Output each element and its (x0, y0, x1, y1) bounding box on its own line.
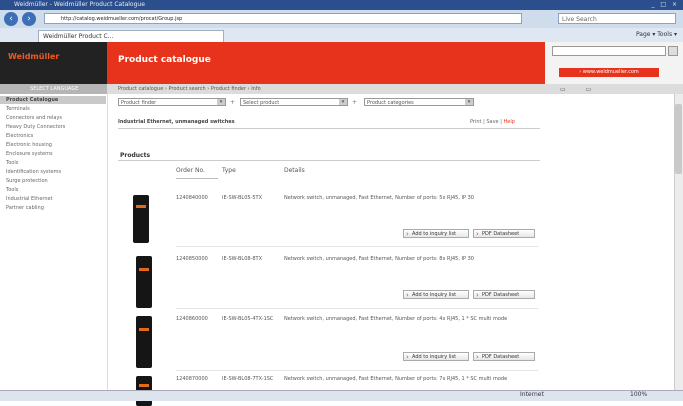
product-type: IE-SW-BL05-5TX (222, 195, 263, 201)
forward-icon[interactable]: › (22, 12, 36, 26)
filter-value: Product finder (121, 100, 157, 106)
product-type: IE-SW-BL05-4TX-1SC (222, 316, 274, 322)
window-controls[interactable]: _ □ × (651, 1, 679, 8)
sidebar-item[interactable]: Terminals (6, 106, 102, 112)
page-title: Product catalogue (118, 55, 211, 65)
sidebar-item[interactable]: Partner cabling (6, 205, 102, 211)
divider (176, 246, 538, 247)
search-go-button[interactable] (668, 46, 678, 56)
filter-value: Product categories (367, 100, 414, 106)
filter-select-1[interactable]: Product finder ▾ (118, 98, 226, 106)
filter-select-3[interactable]: Product categories ▾ (364, 98, 474, 106)
order-number[interactable]: 1240870000 (176, 376, 218, 383)
plus-icon: + (230, 99, 236, 106)
plus-icon: + (352, 99, 358, 106)
address-bar[interactable]: http://catalog.weidmueller.com/procat/Gr… (44, 13, 522, 24)
breadcrumb[interactable]: Product catalogue › Product search › Pro… (118, 86, 261, 92)
status-bar (0, 390, 683, 401)
scrollbar-thumb[interactable] (675, 104, 682, 174)
column-header-order[interactable]: Order No. (176, 167, 205, 174)
add-to-inquiry-button[interactable]: Add to inquiry list (403, 352, 469, 362)
divider (176, 178, 218, 179)
product-type: IE-SW-BL08-7TX-1SC (222, 376, 274, 382)
product-image[interactable] (136, 316, 152, 368)
browser-tab[interactable]: Weidmüller Product C... (38, 30, 224, 42)
sidebar-item[interactable]: Connectors and relays (6, 115, 102, 121)
site-search-input[interactable] (552, 46, 666, 56)
product-image[interactable] (136, 256, 152, 308)
products-heading: Products (120, 152, 151, 159)
security-zone: Internet (520, 391, 544, 398)
chevron-down-icon: ▾ (339, 99, 347, 105)
sidebar-item[interactable]: Heavy Duty Connectors (6, 124, 102, 130)
product-details: Network switch, unmanaged, Fast Ethernet… (284, 376, 508, 382)
help-link[interactable]: Help (504, 119, 515, 125)
category-label: Industrial Ethernet, unmanaged switches (118, 119, 235, 125)
order-number[interactable]: 1240860000 (176, 316, 218, 323)
window-title: Weidmüller - Weidmüller Product Catalogu… (14, 1, 145, 8)
sidebar-header[interactable]: SELECT LANGUAGE (0, 84, 107, 94)
sidebar-item[interactable]: Industrial Ethernet (6, 196, 102, 202)
logo-area (0, 42, 107, 84)
product-details: Network switch, unmanaged, Fast Ethernet… (284, 195, 474, 201)
product-details: Network switch, unmanaged, Fast Ethernet… (284, 316, 508, 322)
filter-select-2[interactable]: Select product ▾ (240, 98, 348, 106)
add-to-inquiry-button[interactable]: Add to inquiry list (403, 229, 469, 239)
divider (176, 370, 538, 371)
print-save-links[interactable]: Print | Save | (470, 119, 504, 125)
product-type: IE-SW-BL08-8TX (222, 256, 263, 262)
filter-value: Select product (243, 100, 280, 106)
sidebar-item[interactable]: Enclosure systems (6, 151, 102, 157)
order-number[interactable]: 1240840000 (176, 195, 218, 202)
sidebar-item[interactable]: Electronics (6, 133, 102, 139)
toolbar-icons[interactable]: ▭▭ (560, 86, 611, 93)
back-icon[interactable]: ‹ (4, 12, 18, 26)
column-header-type[interactable]: Type (222, 167, 236, 174)
logo[interactable]: Weidmüller (8, 52, 59, 61)
pdf-datasheet-button[interactable]: PDF Datasheet (473, 290, 535, 300)
divider (176, 308, 538, 309)
product-image[interactable] (133, 195, 149, 243)
divider (118, 128, 540, 129)
column-header-details[interactable]: Details (284, 167, 305, 174)
chevron-down-icon: ▾ (217, 99, 225, 105)
pdf-datasheet-button[interactable]: PDF Datasheet (473, 352, 535, 362)
browser-search-input[interactable]: Live Search (558, 13, 676, 24)
order-number[interactable]: 1240850000 (176, 256, 218, 263)
zoom-level[interactable]: 100% (630, 391, 647, 398)
add-to-inquiry-button[interactable]: Add to inquiry list (403, 290, 469, 300)
chevron-down-icon: ▾ (465, 99, 473, 105)
sidebar (0, 94, 108, 400)
sidebar-item[interactable]: Tools (6, 160, 102, 166)
sidebar-item[interactable]: Surge protection (6, 178, 102, 184)
window-titlebar: Weidmüller - Weidmüller Product Catalogu… (0, 0, 683, 10)
product-details: Network switch, unmanaged, Fast Ethernet… (284, 256, 474, 262)
sidebar-title[interactable]: Product Catalogue (0, 96, 106, 104)
sidebar-item[interactable]: Tools (6, 187, 102, 193)
divider (118, 160, 540, 161)
option-links[interactable]: Print | Save | Help (470, 119, 515, 125)
sidebar-item[interactable]: Identification systems (6, 169, 102, 175)
pdf-datasheet-button[interactable]: PDF Datasheet (473, 229, 535, 239)
website-link[interactable]: › www.weidmueller.com (559, 68, 659, 77)
sidebar-item[interactable]: Electronic housing (6, 142, 102, 148)
browser-tools[interactable]: Page ▾ Tools ▾ (636, 31, 677, 38)
